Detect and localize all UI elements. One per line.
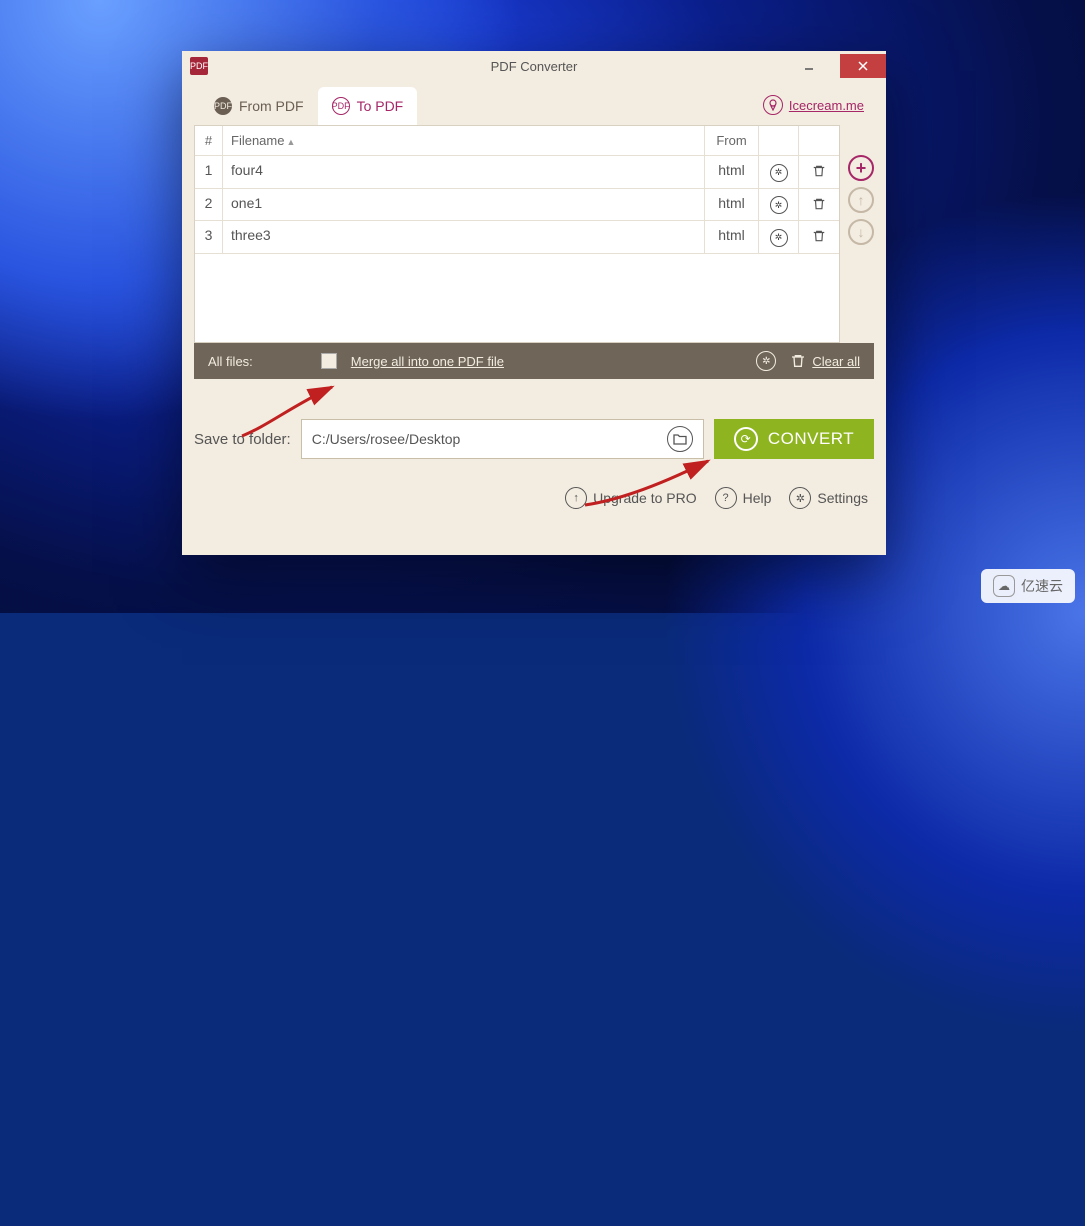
- convert-button[interactable]: ⟳ CONVERT: [714, 419, 874, 459]
- help-button[interactable]: ? Help: [715, 487, 772, 509]
- help-label: Help: [743, 490, 772, 506]
- help-icon: ?: [715, 487, 737, 509]
- row-filename: three3: [223, 221, 705, 253]
- from-pdf-icon: PDF: [214, 97, 232, 115]
- tabs-row: PDF From PDF PDF To PDF Icecream.me: [182, 81, 886, 125]
- row-num: 2: [195, 189, 223, 221]
- browse-folder-button[interactable]: [667, 426, 693, 452]
- gear-icon: ✲: [770, 229, 788, 247]
- close-button[interactable]: [840, 54, 886, 78]
- tab-from-pdf[interactable]: PDF From PDF: [200, 87, 318, 125]
- row-from: html: [705, 156, 759, 188]
- cloud-icon: ☁: [993, 575, 1015, 597]
- sort-asc-icon: ▲: [286, 137, 295, 147]
- move-down-button[interactable]: ↓: [848, 219, 874, 245]
- trash-icon: [810, 195, 828, 213]
- col-delete: [799, 126, 839, 155]
- col-from[interactable]: From: [705, 126, 759, 155]
- to-pdf-icon: PDF: [332, 97, 350, 115]
- upgrade-button[interactable]: ↑ Upgrade to PRO: [565, 487, 697, 509]
- row-settings-button[interactable]: ✲: [759, 189, 799, 221]
- row-delete-button[interactable]: [799, 156, 839, 188]
- trash-icon: [790, 353, 806, 369]
- merge-checkbox[interactable]: [321, 353, 337, 369]
- settings-label: Settings: [817, 490, 868, 506]
- table-header: # Filename▲ From: [195, 126, 839, 156]
- table-row[interactable]: 2 one1 html ✲: [195, 189, 839, 222]
- app-icon: PDF: [190, 57, 208, 75]
- brand-label: Icecream.me: [789, 98, 864, 113]
- app-window: PDF PDF Converter PDF From PDF PDF To PD…: [182, 51, 886, 555]
- brand-link[interactable]: Icecream.me: [763, 95, 864, 115]
- side-buttons: + ↑ ↓: [848, 125, 874, 343]
- row-from: html: [705, 221, 759, 253]
- col-num[interactable]: #: [195, 126, 223, 155]
- row-settings-button[interactable]: ✲: [759, 221, 799, 253]
- all-files-toolbar: All files: Merge all into one PDF file ✲…: [194, 343, 874, 379]
- save-path-value: C:/Users/rosee/Desktop: [312, 431, 667, 447]
- table-row[interactable]: 1 four4 html ✲: [195, 156, 839, 189]
- footer: ↑ Upgrade to PRO ? Help ✲ Settings: [182, 487, 886, 509]
- convert-icon: ⟳: [734, 427, 758, 451]
- minimize-button[interactable]: [786, 54, 832, 78]
- merge-link[interactable]: Merge all into one PDF file: [351, 354, 504, 369]
- move-up-button[interactable]: ↑: [848, 187, 874, 213]
- upgrade-label: Upgrade to PRO: [593, 490, 697, 506]
- row-filename: four4: [223, 156, 705, 188]
- row-delete-button[interactable]: [799, 221, 839, 253]
- gear-icon: ✲: [770, 196, 788, 214]
- trash-icon: [810, 162, 828, 180]
- row-from: html: [705, 189, 759, 221]
- col-filename[interactable]: Filename▲: [223, 126, 705, 155]
- all-files-label: All files:: [208, 354, 253, 369]
- tab-to-pdf[interactable]: PDF To PDF: [318, 87, 418, 125]
- gear-icon: ✲: [770, 164, 788, 182]
- tab-label: To PDF: [357, 98, 404, 114]
- row-settings-button[interactable]: ✲: [759, 156, 799, 188]
- row-num: 1: [195, 156, 223, 188]
- clear-all-label: Clear all: [812, 354, 860, 369]
- watermark-text: 亿速云: [1021, 576, 1063, 596]
- tab-label: From PDF: [239, 98, 304, 114]
- clear-all-button[interactable]: Clear all: [790, 353, 860, 369]
- table-row[interactable]: 3 three3 html ✲: [195, 221, 839, 254]
- save-path-input[interactable]: C:/Users/rosee/Desktop: [301, 419, 704, 459]
- col-settings: [759, 126, 799, 155]
- row-delete-button[interactable]: [799, 189, 839, 221]
- all-settings-button[interactable]: ✲: [756, 351, 776, 371]
- file-table: # Filename▲ From 1 four4 html ✲ 2: [194, 125, 840, 343]
- watermark: ☁ 亿速云: [981, 569, 1075, 603]
- convert-label: CONVERT: [768, 429, 854, 449]
- window-title: PDF Converter: [182, 59, 886, 74]
- upgrade-icon: ↑: [565, 487, 587, 509]
- save-to-folder-label: Save to folder:: [194, 431, 291, 448]
- trash-icon: [810, 227, 828, 245]
- row-filename: one1: [223, 189, 705, 221]
- table-body: 1 four4 html ✲ 2 one1 html ✲ 3: [195, 156, 839, 342]
- titlebar: PDF PDF Converter: [182, 51, 886, 81]
- row-num: 3: [195, 221, 223, 253]
- add-file-button[interactable]: +: [848, 155, 874, 181]
- gear-icon: ✲: [789, 487, 811, 509]
- save-row: Save to folder: C:/Users/rosee/Desktop ⟳…: [182, 419, 886, 459]
- settings-button[interactable]: ✲ Settings: [789, 487, 868, 509]
- icecream-icon: [763, 95, 783, 115]
